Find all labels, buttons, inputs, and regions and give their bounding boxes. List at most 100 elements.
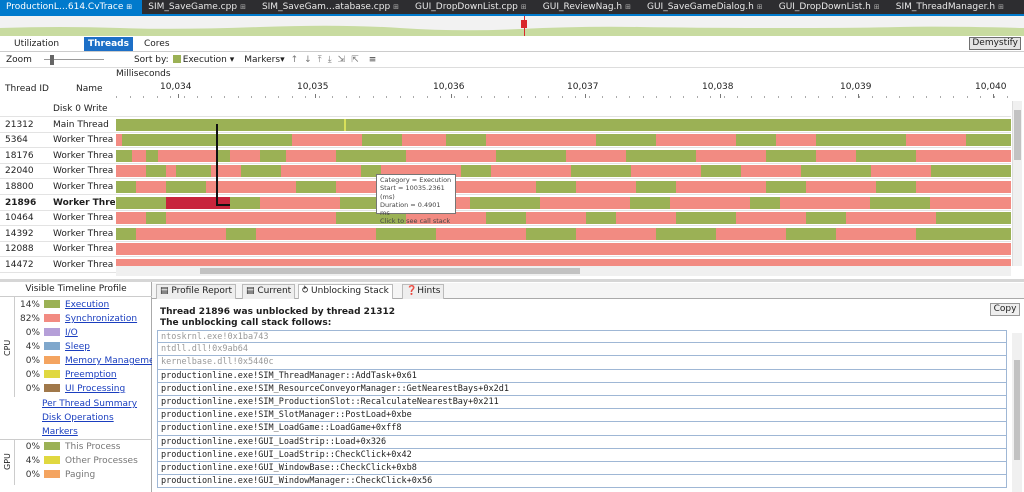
timeline-segment[interactable] <box>226 227 256 240</box>
timeline-segment[interactable] <box>136 227 226 240</box>
timeline-segment[interactable] <box>446 134 486 147</box>
thread-row[interactable]: 14392 Worker Threa <box>0 227 1024 242</box>
timeline-segment[interactable] <box>576 181 636 193</box>
thread-lane[interactable] <box>116 149 1011 162</box>
thread-lane[interactable] <box>116 134 1011 147</box>
timeline-segment[interactable] <box>158 149 218 162</box>
timeline-segment[interactable] <box>871 165 931 178</box>
column-name[interactable]: Name <box>76 84 103 94</box>
timeline-segment[interactable] <box>870 196 930 209</box>
tab-profile-report[interactable]: ▤ Profile Report <box>156 284 237 299</box>
timeline-segment[interactable] <box>116 227 136 240</box>
call-stack-frame[interactable]: productionline.exe!GUI_LoadStrip::CheckC… <box>157 448 1007 462</box>
legend-label[interactable]: I/O <box>65 328 78 338</box>
timeline-segment[interactable] <box>566 149 626 162</box>
timeline-segment[interactable] <box>966 134 1011 147</box>
tab-hints[interactable]: ❓Hints <box>402 284 445 299</box>
column-thread-id[interactable]: Thread ID <box>5 84 49 94</box>
markers-link[interactable]: Markers <box>42 427 78 437</box>
call-stack-frame[interactable]: productionline.exe!SIM_ProductionSlot::R… <box>157 396 1007 410</box>
timeline-vertical-scroll-thumb[interactable] <box>1014 110 1021 160</box>
thread-lane[interactable] <box>116 165 1011 178</box>
timeline-segment[interactable] <box>916 181 1011 193</box>
timeline-segment[interactable] <box>876 181 916 193</box>
call-stack-frame[interactable]: productionline.exe!SIM_ThreadManager::Ad… <box>157 369 1007 383</box>
timeline-segment[interactable] <box>656 227 716 240</box>
timeline-segment[interactable] <box>846 212 936 225</box>
timeline-segment[interactable] <box>470 196 540 209</box>
move-bottom-icon[interactable]: ⤓ <box>328 55 332 65</box>
thread-row[interactable]: 21312 Main Thread <box>0 118 1024 133</box>
timeline-segment[interactable] <box>230 149 260 162</box>
timeline-segment[interactable] <box>206 181 296 193</box>
timeline-segment[interactable] <box>701 165 741 178</box>
legend-item[interactable]: 82% Synchronization <box>18 314 137 324</box>
doc-tab[interactable]: SIM_SaveGame.cpp ⊞ <box>142 0 256 14</box>
legend-label[interactable]: UI Processing <box>65 384 125 394</box>
legend-item[interactable]: 0% Preemption <box>18 370 117 380</box>
timeline-segment[interactable] <box>336 149 406 162</box>
stack-scroll-thumb[interactable] <box>1014 360 1020 460</box>
timeline-segment[interactable] <box>166 196 230 209</box>
doc-tab[interactable]: ProductionL…614.CvTrace ⊞ <box>0 0 143 14</box>
timeline-segment[interactable] <box>780 196 870 209</box>
timeline-segment[interactable] <box>346 118 1011 131</box>
timeline-segment[interactable] <box>496 149 566 162</box>
timeline-segment[interactable] <box>736 212 806 225</box>
doc-tab[interactable]: SIM_ThreadManager.h ⊞ <box>890 0 1014 14</box>
timeline-segment[interactable] <box>362 134 402 147</box>
collapse-icon[interactable]: ⇱ <box>351 55 359 65</box>
thread-row[interactable]: 21896 Worker Threa <box>0 196 1024 211</box>
timeline-segment[interactable] <box>741 165 801 178</box>
timeline-segment[interactable] <box>166 165 176 178</box>
timeline-segment[interactable] <box>696 149 766 162</box>
per-thread-summary-link[interactable]: Per Thread Summary <box>42 399 137 409</box>
timeline-segment[interactable] <box>836 227 916 240</box>
timeline-segment[interactable] <box>446 181 536 193</box>
timeline-segment[interactable] <box>816 149 856 162</box>
thread-row[interactable]: 22040 Worker Threa <box>0 164 1024 180</box>
pin-icon[interactable]: ⊞ <box>240 0 246 14</box>
timeline-segment[interactable] <box>626 149 696 162</box>
doc-tab[interactable]: SIM_SaveGam…atabase.cpp ⊞ <box>256 0 409 14</box>
timeline-segment[interactable] <box>636 181 676 193</box>
call-stack-frame[interactable]: productionline.exe!SIM_ResourceConveyorM… <box>157 382 1007 396</box>
call-stack-frame[interactable]: kernelbase.dll!0x5440c <box>157 356 1007 370</box>
tab-threads[interactable]: Threads <box>84 37 133 51</box>
thread-lane[interactable] <box>116 181 1011 193</box>
thread-row[interactable]: 18176 Worker Threa <box>0 149 1024 164</box>
call-stack-frame[interactable]: productionline.exe!GUI_WindowManager::Ch… <box>157 475 1007 489</box>
timeline-segment[interactable] <box>931 165 1011 178</box>
markers-dropdown[interactable]: Markers▾ <box>244 55 284 65</box>
timeline-segment[interactable] <box>230 196 260 209</box>
timeline-segment[interactable] <box>218 149 230 162</box>
move-top-icon[interactable]: ⤒ <box>318 55 322 65</box>
timeline-segment[interactable] <box>402 134 446 147</box>
timeline-segment[interactable] <box>670 196 750 209</box>
timeline-segment[interactable] <box>526 227 576 240</box>
tab-cores[interactable]: Cores <box>140 37 174 51</box>
timeline-segment[interactable] <box>656 134 736 147</box>
timeline-segment[interactable] <box>916 149 1011 162</box>
timeline-segment[interactable] <box>536 181 576 193</box>
timeline-segment[interactable] <box>596 134 656 147</box>
thread-row[interactable]: Disk 0 Write <box>0 102 1024 117</box>
pin-icon[interactable]: ⊞ <box>625 0 631 14</box>
timeline-segment[interactable] <box>286 149 336 162</box>
zoom-slider-thumb[interactable] <box>49 54 54 65</box>
expand-icon[interactable]: ⇲ <box>338 55 346 65</box>
timeline-segment[interactable] <box>132 149 146 162</box>
thread-lane[interactable] <box>116 118 1011 131</box>
sort-by-dropdown[interactable]: Execution ▾ <box>172 54 234 65</box>
timeline-segment[interactable] <box>461 165 491 178</box>
timeline-segment[interactable] <box>146 149 158 162</box>
timeline-segment[interactable] <box>116 212 146 225</box>
timeline-segment[interactable] <box>856 149 916 162</box>
timeline-segment[interactable] <box>486 212 526 225</box>
call-stack-frame[interactable]: productionline.exe!SIM_SlotManager::Post… <box>157 409 1007 423</box>
timeline-segment[interactable] <box>146 165 166 178</box>
timeline-segment[interactable] <box>260 196 340 209</box>
pin-icon[interactable]: ⊞ <box>126 0 132 14</box>
thread-lane[interactable] <box>116 212 1011 225</box>
timeline-segment[interactable] <box>256 227 376 240</box>
